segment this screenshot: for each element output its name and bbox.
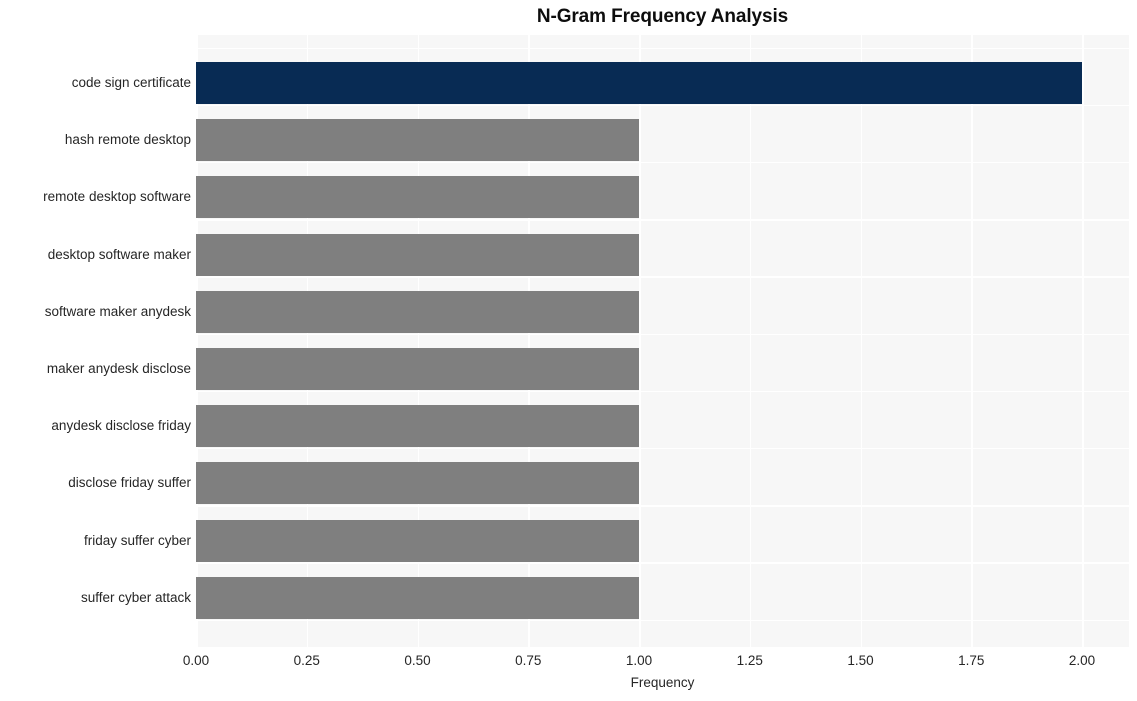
- horizontal-gridline: [196, 505, 1129, 507]
- bar[interactable]: [196, 290, 639, 333]
- x-axis-tick-label: 2.00: [1068, 653, 1096, 668]
- horizontal-gridline: [196, 276, 1129, 278]
- bar[interactable]: [196, 62, 1082, 104]
- x-axis-tick-label: 0.50: [404, 653, 431, 668]
- y-axis-tick-label: suffer cyber attack: [80, 589, 191, 605]
- x-axis-tick-label: 1.75: [958, 653, 985, 668]
- horizontal-gridline: [196, 104, 1129, 107]
- x-axis-label: Frequency: [630, 675, 695, 690]
- y-axis-tick-label: code sign certificate: [71, 75, 191, 90]
- plot-area: [196, 35, 1129, 647]
- y-axis-tick-label: anydesk disclose friday: [51, 418, 191, 434]
- vertical-gridline: [860, 35, 863, 647]
- y-axis-tick-label: friday suffer cyber: [83, 532, 191, 548]
- y-axis-tick-label: hash remote desktop: [64, 132, 191, 148]
- horizontal-gridline: [196, 390, 1129, 393]
- bar[interactable]: [196, 462, 639, 505]
- horizontal-gridline: [196, 447, 1129, 450]
- bar[interactable]: [196, 119, 639, 162]
- horizontal-gridline: [196, 161, 1129, 164]
- x-axis-tick-label: 1.00: [625, 653, 653, 668]
- y-axis-tick-label: disclose friday suffer: [68, 475, 191, 491]
- x-axis-tick-label: 1.25: [736, 653, 763, 668]
- x-axis-tick-label: 1.50: [847, 653, 874, 668]
- horizontal-gridline: [196, 562, 1129, 564]
- x-axis-tick-label: 0.75: [515, 653, 542, 668]
- bar[interactable]: [196, 405, 639, 448]
- y-axis-tick-label: maker anydesk disclose: [46, 361, 191, 376]
- bar[interactable]: [196, 348, 639, 390]
- vertical-gridline: [1082, 35, 1084, 647]
- x-axis-tick-label: 0.25: [293, 653, 320, 668]
- bar[interactable]: [196, 233, 639, 276]
- y-axis-tick-label: remote desktop software: [43, 189, 191, 205]
- bar[interactable]: [196, 576, 639, 619]
- chart-figure: N-Gram Frequency Analysis code sign cert…: [0, 0, 1137, 701]
- horizontal-gridline: [196, 619, 1129, 622]
- vertical-gridline: [971, 35, 973, 647]
- bar[interactable]: [196, 519, 639, 562]
- vertical-gridline: [639, 35, 641, 647]
- horizontal-gridline: [196, 219, 1129, 221]
- bar[interactable]: [196, 176, 639, 219]
- y-axis-tick-label: software maker anydesk: [44, 303, 191, 319]
- chart-title: N-Gram Frequency Analysis: [536, 6, 789, 27]
- x-axis-tick-label: 0.00: [182, 653, 210, 668]
- horizontal-gridline: [196, 333, 1129, 336]
- horizontal-gridline: [196, 47, 1129, 50]
- vertical-gridline: [749, 35, 752, 647]
- y-axis-tick-label: desktop software maker: [47, 246, 191, 262]
